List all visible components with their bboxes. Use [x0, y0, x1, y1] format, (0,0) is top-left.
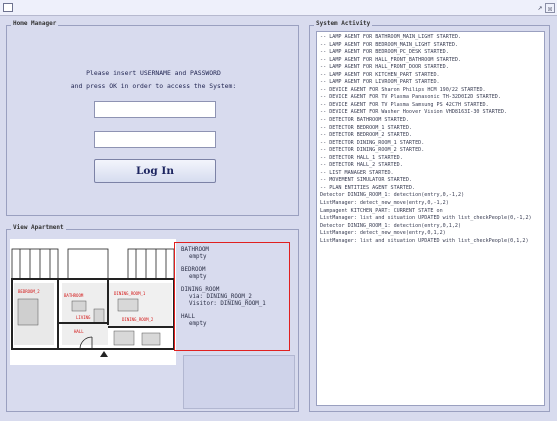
room-status: via: DINING_ROOM_2 — [189, 294, 252, 300]
log-line: -- DEVICE AGENT FOR Sharon Philips HCM 1… — [320, 86, 486, 93]
activity-log[interactable]: -- LAMP AGENT FOR BATHROOM_MAIN_LIGHT ST… — [316, 31, 545, 406]
log-line: Detector DINING_ROOM_1: detection(entry,… — [320, 192, 465, 199]
floorplan-label-dining-1: DINING_ROOM_1 — [114, 291, 146, 296]
log-line: -- DETECTOR HALL_1 STARTED. — [320, 154, 403, 161]
room-name: HALL — [181, 314, 195, 320]
floorplan-label-bedroom: BEDROOM_2 — [18, 289, 40, 294]
log-line: -- DEVICE AGENT FOR TV Plasma Panasonic … — [320, 94, 501, 101]
log-line: -- LAMP AGENT FOR KITCHEN_PART STARTED. — [320, 71, 440, 78]
log-line: -- DEVICE AGENT FOR Washer Hoover Vision… — [320, 109, 508, 116]
system-activity-legend: System Activity — [314, 19, 373, 29]
login-instructions: Please insert USERNAME and PASSWORD and … — [7, 67, 300, 93]
log-line: -- LAMP AGENT FOR LIVROOM_PART STARTED. — [320, 79, 440, 86]
room-entry: BATHROOM empty — [181, 247, 283, 261]
washer-shape — [93, 308, 105, 324]
room-status: empty — [189, 254, 207, 260]
view-apartment-legend: View Apartment — [11, 223, 66, 233]
login-instructions-line-2: and press OK in order to access the Syst… — [70, 82, 237, 90]
room-name: DINING_ROOM — [181, 287, 220, 293]
app-icon — [3, 3, 13, 12]
close-icon[interactable]: ☒ — [545, 3, 555, 13]
password-input[interactable] — [94, 131, 216, 148]
log-line: -- LAMP AGENT FOR BEDROOM_MAIN_LIGHT STA… — [320, 41, 459, 48]
view-apartment-panel: View Apartment BEDROOM_2 BATHROOM DINING… — [6, 223, 299, 412]
log-line: -- DETECTOR DINING_ROOM_1 STARTED. — [320, 139, 425, 146]
apartment-floorplan: BEDROOM_2 BATHROOM DINING_ROOM_1 LIVING … — [10, 239, 176, 365]
log-line: ListManager: detect_new_move(entry,0,1,2… — [320, 230, 446, 237]
title-bar: ↗ ☒ — [0, 0, 557, 16]
room-name: BATHROOM — [181, 247, 209, 253]
room-entry: HALL empty — [181, 314, 283, 328]
log-line: -- LAMP AGENT FOR BEDROOM_PC_DESK STARTE… — [320, 49, 449, 56]
floorplan-label-bathroom: BATHROOM — [64, 293, 84, 298]
log-line: ListManager: list and situation UPDATED … — [320, 237, 529, 244]
bathtub-shape — [71, 300, 87, 312]
log-line: -- LAMP AGENT FOR HALL_FRONT_BATHROOM ST… — [320, 56, 462, 63]
log-line: Lampagent KITCHEN_PART: CURRENT STATE on — [320, 207, 443, 214]
log-line: ListManager: detect_new_move(entry,0,-1,… — [320, 200, 449, 207]
log-line: -- PLAN ENTITIES AGENT STARTED. — [320, 184, 416, 191]
room-status: Visitor: DINING_ROOM_1 — [189, 301, 266, 307]
room-entry: BEDROOM empty — [181, 267, 283, 281]
maximize-icon[interactable]: ↗ — [535, 3, 545, 13]
bed-shape — [17, 298, 39, 326]
system-activity-panel: System Activity -- LAMP AGENT FOR BATHRO… — [309, 19, 550, 412]
floorplan-label-hall: HALL — [74, 329, 84, 334]
room-name: BEDROOM — [181, 267, 206, 273]
login-button[interactable]: Log In — [94, 159, 216, 183]
sofa-shape — [113, 330, 135, 346]
login-instructions-line-1: Please insert USERNAME and PASSWORD — [86, 69, 221, 77]
log-line: -- DETECTOR BEDROOM_2 STARTED. — [320, 132, 413, 139]
username-input[interactable] — [94, 101, 216, 118]
log-line: -- DETECTOR HALL_2 STARTED. — [320, 162, 403, 169]
log-line: Detector DINING_ROOM_1: detection(entry,… — [320, 222, 462, 229]
occupancy-panel — [183, 355, 295, 409]
room-status: empty — [189, 321, 207, 327]
log-line: -- DETECTOR DINING_ROOM_2 STARTED. — [320, 147, 425, 154]
log-line: ListManager: list and situation UPDATED … — [320, 215, 532, 222]
log-line: -- DETECTOR BATHROOM STARTED. — [320, 117, 409, 124]
dining-table-shape — [117, 298, 139, 312]
log-line: -- DEVICE AGENT FOR TV Plasma Samsung PS… — [320, 101, 489, 108]
home-manager-panel: Home Manager Please insert USERNAME and … — [6, 19, 300, 216]
floorplan-label-dining-2: DINING_ROOM_2 — [122, 317, 154, 322]
home-manager-legend: Home Manager — [11, 19, 59, 29]
room-status-list: BATHROOM empty BEDROOM empty DINING_ROOM… — [174, 242, 290, 351]
room-entry: DINING_ROOM via: DINING_ROOM_2 Visitor: … — [181, 287, 283, 308]
log-line: -- LAMP AGENT FOR HALL_FRONT_DOOR STARTE… — [320, 64, 449, 71]
log-line: -- LAMP AGENT FOR BATHROOM_MAIN_LIGHT ST… — [320, 34, 462, 40]
table-shape — [141, 332, 161, 346]
log-line: -- DETECTOR BEDROOM_1 STARTED. — [320, 124, 413, 131]
log-line: -- MOVEMENT SIMULATOR STARTED. — [320, 177, 413, 184]
log-line: -- LIST MANAGER STARTED. — [320, 169, 394, 176]
floorplan-label-living: LIVING — [76, 315, 91, 320]
room-status: empty — [189, 274, 207, 280]
